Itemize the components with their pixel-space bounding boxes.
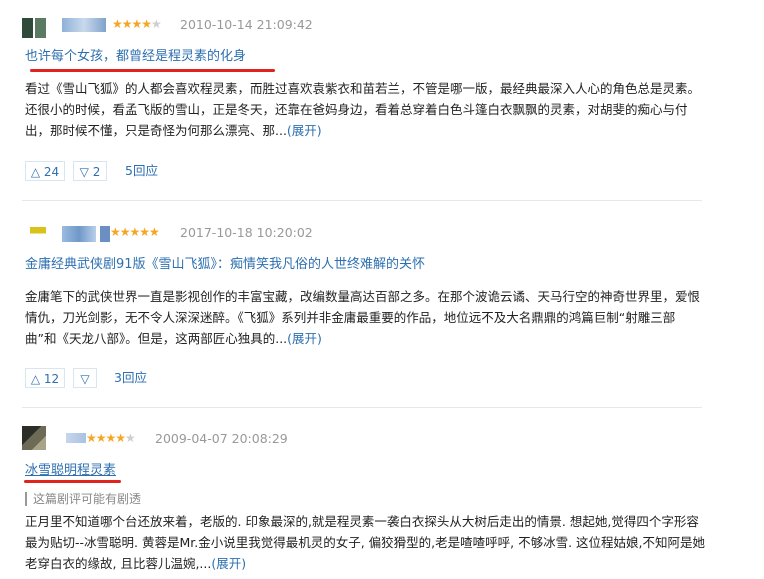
expand-link[interactable]: (展开) — [287, 331, 322, 346]
review-body: 看过《雪山飞狐》的人都会喜欢程灵素，而胜过喜欢袁紫衣和苗若兰，不管是哪一版，最经… — [25, 78, 705, 141]
star-icon: ★★★★★ — [110, 225, 160, 239]
replies-link[interactable]: 3回应 — [114, 368, 147, 388]
highlight-underline — [30, 69, 275, 72]
username-blurred[interactable] — [62, 18, 106, 32]
upvote-button[interactable]: △ 24 — [25, 161, 65, 181]
avatar[interactable] — [22, 18, 46, 38]
expand-link[interactable]: (展开) — [211, 556, 246, 571]
review-text: 金庸笔下的武侠世界一直是影视创作的丰富宝藏，改编数量高达百部之多。在那个波诡云谲… — [25, 289, 701, 346]
divider — [22, 407, 702, 408]
upvote-button[interactable]: △ 12 — [25, 368, 65, 388]
star-icon: ★ — [125, 431, 136, 445]
review-body: 金庸笔下的武侠世界一直是影视创作的丰富宝藏，改编数量高达百部之多。在那个波诡云谲… — [25, 286, 705, 349]
username-blurred[interactable] — [66, 433, 86, 443]
review-date: 2017-10-18 10:20:02 — [180, 225, 313, 240]
replies-link[interactable]: 5回应 — [125, 161, 158, 181]
avatar[interactable] — [30, 227, 46, 239]
review-text: 看过《雪山飞狐》的人都会喜欢程灵素，而胜过喜欢袁紫衣和苗若兰，不管是哪一版，最经… — [25, 81, 701, 138]
username-blurred[interactable] — [62, 226, 96, 242]
review-date: 2009-04-07 20:08:29 — [155, 431, 288, 446]
review-body: 正月里不知道哪个台还放来着，老版的. 印象最深的,就是程灵素一袭白衣探头从大树后… — [25, 511, 705, 574]
downvote-button[interactable]: ▽ 2 — [73, 161, 107, 181]
review-title[interactable]: 冰雪聪明程灵素 — [25, 462, 116, 480]
review-text: 正月里不知道哪个台还放来着，老版的. 印象最深的,就是程灵素一袭白衣探头从大树后… — [25, 514, 706, 571]
rating-stars: ★★★★★ — [112, 17, 162, 31]
rating-stars: ★★★★★ — [110, 225, 160, 239]
rating-stars: ★★★★★ — [86, 431, 136, 445]
username-blurred[interactable] — [100, 226, 110, 242]
star-icon: ★ — [151, 17, 162, 31]
star-icon: ★★★★ — [112, 17, 152, 31]
review-title[interactable]: 金庸经典武侠剧91版《雪山飞狐》：痴情笑我凡俗的人世终难解的关怀 — [25, 256, 425, 274]
spoiler-warning: 这篇剧评可能有剧透 — [25, 492, 141, 506]
review-date: 2010-10-14 21:09:42 — [180, 17, 313, 32]
downvote-button[interactable]: ▽ — [73, 368, 97, 388]
review-title[interactable]: 也许每个女孩，都曾经是程灵素的化身 — [25, 48, 246, 66]
highlight-underline — [24, 480, 121, 483]
star-icon: ★★★★ — [86, 431, 126, 445]
expand-link[interactable]: (展开) — [287, 123, 322, 138]
divider — [22, 200, 702, 201]
avatar[interactable] — [22, 426, 46, 450]
